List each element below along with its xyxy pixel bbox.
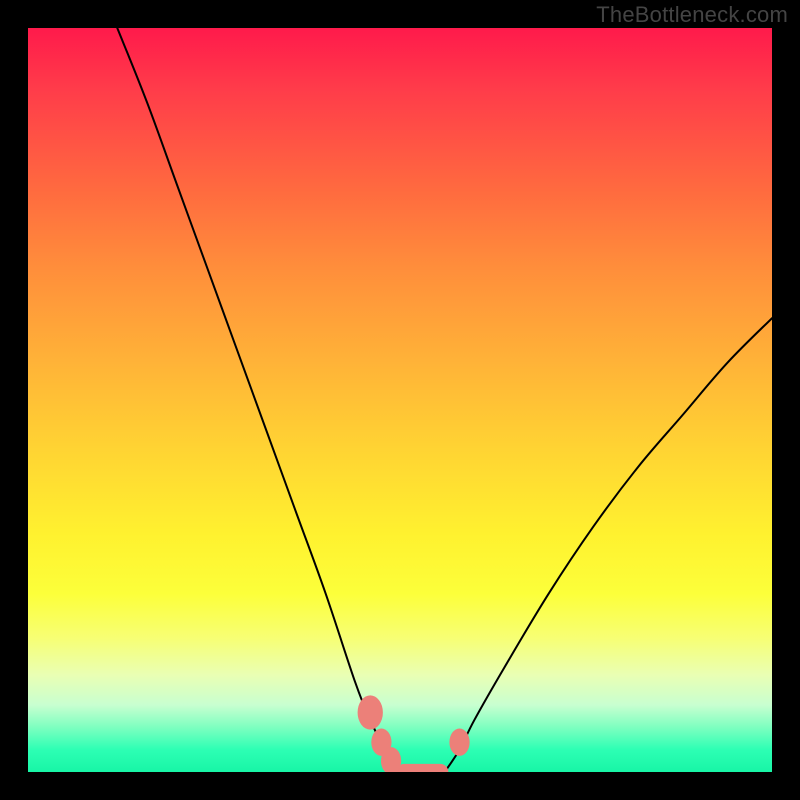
valley-bar <box>396 764 448 772</box>
series-left-curve <box>117 28 400 772</box>
outer-frame: TheBottleneck.com <box>0 0 800 800</box>
series-group <box>117 28 772 772</box>
marker-left-upper <box>358 695 383 729</box>
chart-svg <box>28 28 772 772</box>
marker-right-small <box>449 729 469 756</box>
watermark-text: TheBottleneck.com <box>596 2 788 28</box>
series-right-curve <box>445 318 772 772</box>
plot-area <box>28 28 772 772</box>
